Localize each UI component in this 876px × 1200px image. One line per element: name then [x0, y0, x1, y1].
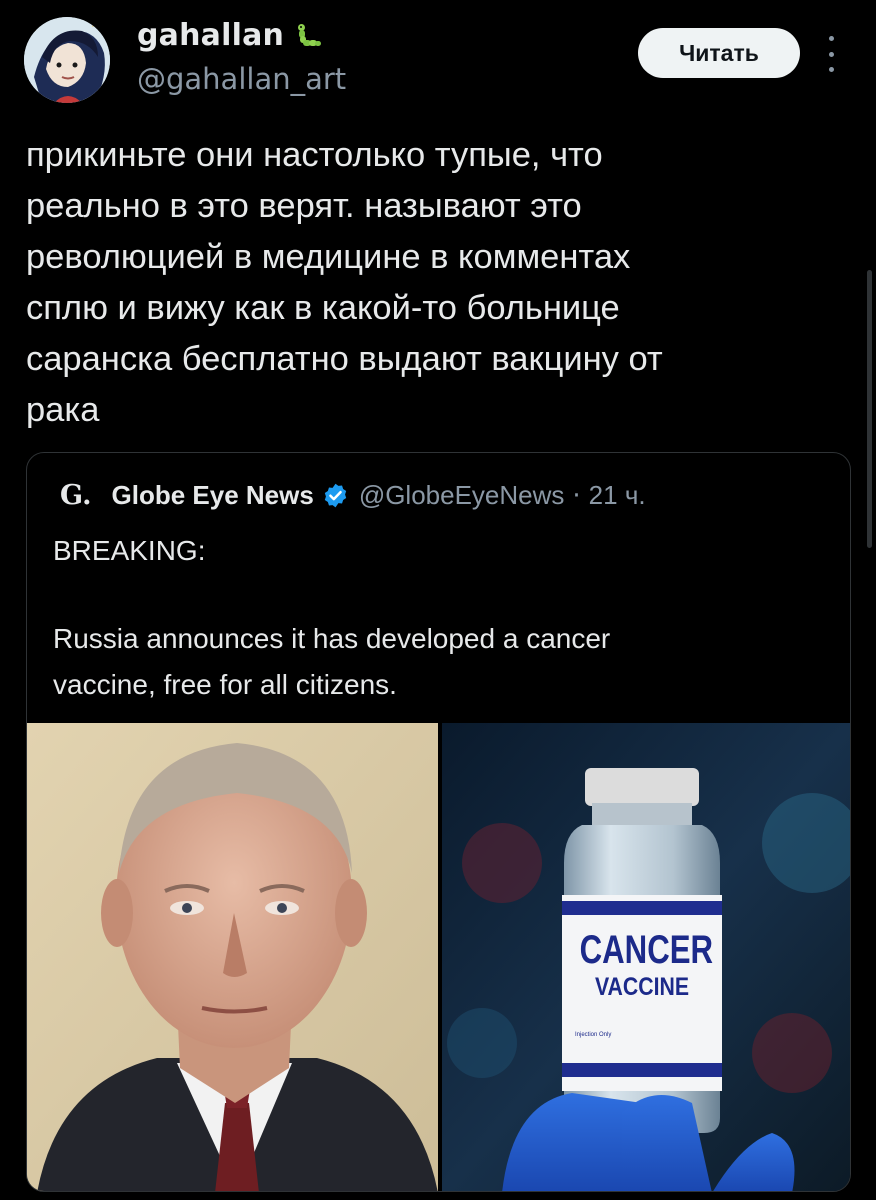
quoted-author-handle[interactable]: @GlobeEyeNews	[359, 480, 565, 511]
quoted-tweet-card[interactable]: G. Globe Eye News @GlobeEyeNews · 21 ч. …	[26, 452, 851, 1192]
more-options-icon[interactable]	[820, 36, 842, 72]
author-name[interactable]: gahallan	[137, 18, 284, 53]
vial-label-vaccine: VACCINE	[594, 973, 690, 1001]
author-name-row: gahallan	[137, 18, 322, 53]
follow-button[interactable]: Читать	[638, 28, 800, 78]
separator-dot: ·	[572, 480, 581, 511]
caterpillar-emoji-icon	[294, 22, 322, 50]
portrait-photo[interactable]	[27, 723, 438, 1191]
quoted-media[interactable]: CANCER VACCINE Injection Only	[27, 723, 850, 1191]
vaccine-vial-photo[interactable]: CANCER VACCINE Injection Only	[442, 723, 850, 1191]
globe-eye-logo: G.	[60, 480, 92, 511]
quoted-breaking-label: BREAKING:	[53, 535, 206, 566]
vial-label-small: Injection Only	[575, 1032, 612, 1038]
scrollbar[interactable]	[867, 270, 872, 548]
quoted-author-name[interactable]: Globe Eye News	[112, 480, 314, 511]
tweet-page: gahallan @gahallan_art Читать прикиньте …	[0, 0, 876, 1200]
author-handle[interactable]: @gahallan_art	[137, 62, 346, 96]
avatar[interactable]	[24, 17, 110, 103]
vial-label-cancer: CANCER	[579, 928, 714, 972]
verified-badge-icon	[322, 482, 349, 509]
quoted-tweet-text: Russia announces it has developed a canc…	[53, 623, 611, 700]
quoted-tweet-header: G. Globe Eye News @GlobeEyeNews · 21 ч.	[60, 480, 646, 511]
post-text: прикиньте они настолько тупые, что реаль…	[26, 136, 663, 429]
quoted-timestamp[interactable]: 21 ч.	[589, 480, 646, 511]
vial-label: CANCER VACCINE	[562, 928, 722, 1002]
